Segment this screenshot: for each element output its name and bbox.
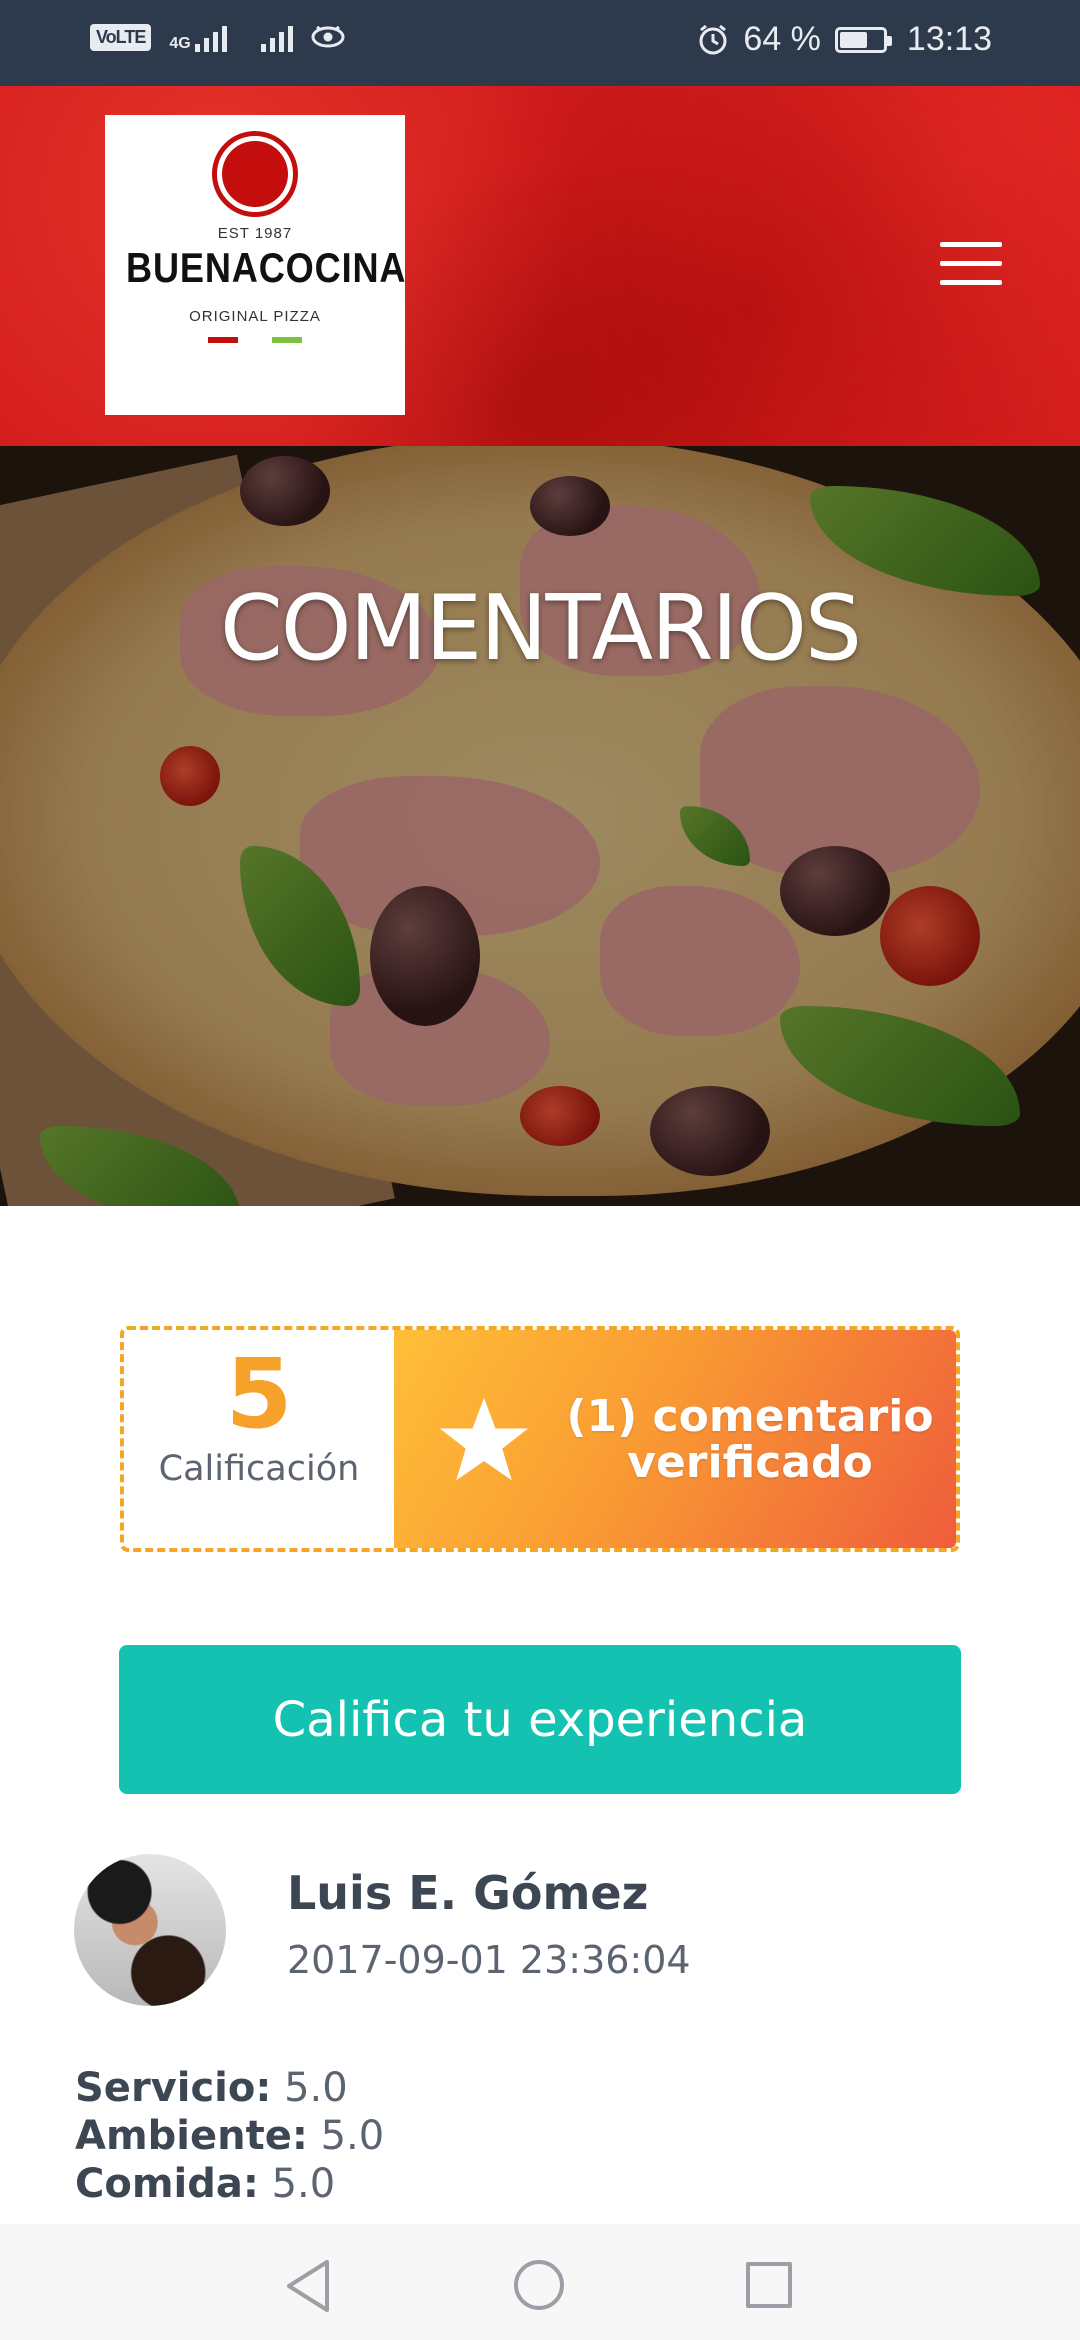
clock: 13:13	[906, 20, 992, 58]
volte-badge: VoLTE	[90, 23, 152, 51]
logo-dashes	[105, 337, 405, 343]
page-title: COMENTARIOS	[219, 576, 862, 681]
network-type-label: 4G	[169, 35, 191, 52]
score-value: 5.0	[284, 2065, 348, 2111]
home-circle-icon[interactable]	[514, 2260, 564, 2310]
rating-score-label: Calificación	[158, 1448, 360, 1489]
score-value: 5.0	[320, 2113, 385, 2159]
rate-experience-button[interactable]: Califica tu experiencia	[119, 1645, 961, 1794]
hamburger-menu-icon[interactable]	[940, 242, 1002, 286]
verified-comments-text: (1) comentario verificado	[566, 1391, 934, 1489]
verified-comments-panel: (1) comentario verificado	[394, 1330, 956, 1548]
score-label: Comida:	[75, 2161, 259, 2207]
review-scores: Servicio: 5.0 Ambiente: 5.0 Comida: 5.0	[75, 2064, 384, 2208]
logo-est: EST 1987	[217, 225, 293, 242]
battery-level	[839, 31, 867, 48]
signal-strength-icon-2	[260, 22, 293, 52]
score-row-ambiente: Ambiente: 5.0	[75, 2112, 384, 2160]
hero-banner: COMENTARIOS	[0, 446, 1080, 1206]
score-row-servicio: Servicio: 5.0	[75, 2064, 384, 2112]
star-icon	[439, 1397, 529, 1481]
signal-strength-icon	[194, 22, 227, 52]
reviewer-avatar	[74, 1854, 226, 2006]
logo-tagline: ORIGINAL PIZZA	[189, 308, 321, 325]
recent-apps-square-icon[interactable]	[746, 2262, 792, 2308]
battery-percent: 64 %	[743, 20, 821, 58]
site-header: EST 1987 BUENACOCINA ORIGINAL PIZZA	[0, 86, 1080, 446]
logo-circle-icon	[212, 131, 298, 217]
rating-score-panel: 5 Calificación	[124, 1330, 394, 1548]
logo[interactable]: EST 1987 BUENACOCINA ORIGINAL PIZZA	[105, 115, 407, 415]
score-label: Ambiente:	[75, 2113, 308, 2159]
alarm-icon	[699, 24, 727, 54]
status-bar: VoLTE 4G 64 % 13:13	[0, 0, 1080, 86]
score-value: 5.0	[271, 2161, 336, 2207]
score-row-comida: Comida: 5.0	[75, 2160, 384, 2208]
eye-comfort-icon	[311, 26, 345, 48]
reviewer-name: Luis E. Gómez	[287, 1866, 649, 1920]
battery-icon	[834, 26, 892, 53]
rating-score: 5	[225, 1338, 293, 1450]
system-nav-bar	[0, 2224, 1080, 2340]
back-triangle-icon[interactable]	[283, 2258, 333, 2314]
score-label: Servicio:	[75, 2065, 272, 2111]
logo-name: BUENACOCINA	[126, 244, 407, 291]
rating-summary: 5 Calificación (1) comentario verificado	[120, 1326, 960, 1552]
review-date: 2017-09-01 23:36:04	[287, 1938, 691, 1982]
hero-overlay	[0, 446, 1080, 1206]
